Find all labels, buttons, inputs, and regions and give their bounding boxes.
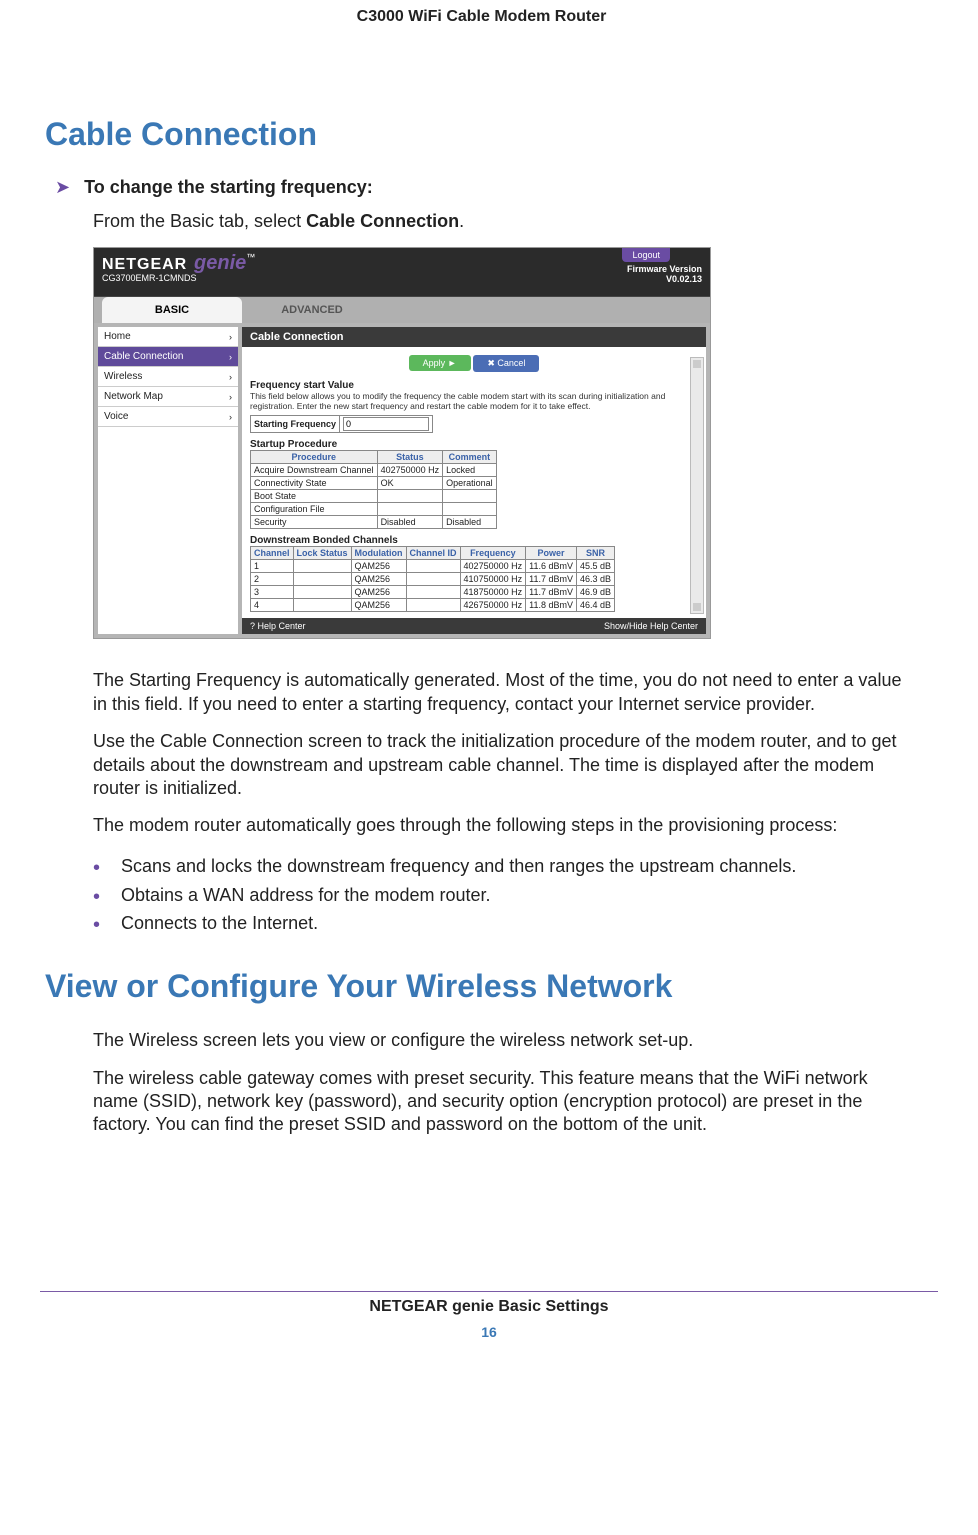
section-1-heading: Cable Connection [45,116,918,153]
sidebar-label: Wireless [104,371,142,382]
logout-button[interactable]: Logout [622,248,670,262]
screenshot-header: NETGEAR genie™ CG3700EMR-1CMNDS Logout F… [94,248,710,296]
starting-frequency-label: Starting Frequency [251,416,340,433]
main-panel: Cable Connection Apply ► ✖ Cancel Freque… [242,327,706,634]
frequency-start-desc: This field below allows you to modify th… [242,391,706,415]
col-status: Status [377,451,443,464]
startup-procedure-label: Startup Procedure [242,439,706,450]
panel-footer: ? Help Center Show/Hide Help Center [242,618,706,634]
intro-bold: Cable Connection [306,211,459,231]
col-snr: SNR [576,547,614,560]
table-row: 1QAM256402750000 Hz11.6 dBmV45.5 dB [251,560,615,573]
apply-button[interactable]: Apply ► [409,355,471,371]
scrollbar[interactable] [690,357,704,614]
table-row: SecurityDisabledDisabled [251,516,497,529]
intro-pre: From the Basic tab, select [93,211,306,231]
chevron-right-icon: › [229,392,232,402]
chevron-right-icon: › [229,372,232,382]
chevron-right-icon: › [229,332,232,342]
table-row: Acquire Downstream Channel402750000 HzLo… [251,464,497,477]
table-row: 3QAM256418750000 Hz11.7 dBmV46.9 dB [251,586,615,599]
sidebar-item-home[interactable]: Home › [98,327,238,347]
col-modulation: Modulation [351,547,406,560]
paragraph: The modem router automatically goes thro… [93,814,908,837]
sidebar-item-cable-connection[interactable]: Cable Connection › [98,347,238,367]
col-channel-id: Channel ID [406,547,460,560]
starting-frequency-row: Starting Frequency [250,415,433,433]
downstream-bonded-table: Channel Lock Status Modulation Channel I… [250,546,615,612]
tab-advanced[interactable]: ADVANCED [242,297,382,323]
chevron-right-icon: › [229,352,232,362]
help-center-link[interactable]: ? Help Center [250,621,306,631]
firmware-version: Firmware Version V0.02.13 [627,264,702,284]
col-lock-status: Lock Status [293,547,351,560]
sidebar-item-voice[interactable]: Voice › [98,407,238,427]
panel-title: Cable Connection [242,327,706,347]
table-row: Boot State [251,490,497,503]
genie-logo: genie [194,252,246,274]
tab-basic[interactable]: BASIC [102,297,242,323]
screenshot-cable-connection: NETGEAR genie™ CG3700EMR-1CMNDS Logout F… [93,247,711,639]
section-2-heading: View or Configure Your Wireless Network [45,968,918,1005]
col-channel: Channel [251,547,294,560]
list-item: Scans and locks the downstream frequency… [93,852,918,881]
trademark: ™ [246,252,255,262]
procedure-heading: ➤ To change the starting frequency: [55,177,918,198]
startup-procedure-table: Procedure Status Comment Acquire Downstr… [250,450,497,529]
sidebar-label: Home [104,331,131,342]
sidebar-item-wireless[interactable]: Wireless › [98,367,238,387]
col-frequency: Frequency [460,547,526,560]
firmware-value: V0.02.13 [666,274,702,284]
footer-title: NETGEAR genie Basic Settings [40,1298,938,1316]
page-number: 16 [40,1324,938,1340]
intro-post: . [459,211,464,231]
arrow-icon: ➤ [55,177,70,198]
show-hide-help-link[interactable]: Show/Hide Help Center [604,621,698,631]
col-comment: Comment [443,451,497,464]
frequency-start-label: Frequency start Value [242,380,706,391]
firmware-label: Firmware Version [627,264,702,274]
action-buttons: Apply ► ✖ Cancel [242,355,706,372]
table-row: 2QAM256410750000 Hz11.7 dBmV46.3 dB [251,573,615,586]
paragraph: The wireless cable gateway comes with pr… [93,1067,908,1137]
list-item: Obtains a WAN address for the modem rout… [93,881,918,910]
list-item: Connects to the Internet. [93,909,918,938]
starting-frequency-input[interactable] [343,417,429,431]
table-row: 4QAM256426750000 Hz11.8 dBmV46.4 dB [251,599,615,612]
sidebar-label: Cable Connection [104,351,184,362]
col-power: Power [526,547,577,560]
tab-bar: BASIC ADVANCED [94,296,710,323]
paragraph: The Wireless screen lets you view or con… [93,1029,908,1052]
sidebar-label: Network Map [104,391,163,402]
col-procedure: Procedure [251,451,378,464]
table-row: Configuration File [251,503,497,516]
page-footer: NETGEAR genie Basic Settings 16 [40,1291,938,1340]
paragraph: The Starting Frequency is automatically … [93,669,908,716]
model-label: CG3700EMR-1CMNDS [102,273,702,283]
intro-line: From the Basic tab, select Cable Connect… [93,210,908,233]
table-row: Connectivity StateOKOperational [251,477,497,490]
sidebar: Home › Cable Connection › Wireless › Networ… [98,327,238,634]
sidebar-item-network-map[interactable]: Network Map › [98,387,238,407]
downstream-bonded-label: Downstream Bonded Channels [242,535,706,546]
document-header: C3000 WiFi Cable Modem Router [45,0,918,26]
paragraph: Use the Cable Connection screen to track… [93,730,908,800]
chevron-right-icon: › [229,412,232,422]
brand-logo: NETGEAR [102,256,187,273]
sidebar-label: Voice [104,411,128,422]
cancel-button[interactable]: ✖ Cancel [473,355,539,372]
procedure-heading-text: To change the starting frequency: [84,177,373,198]
bullet-list: Scans and locks the downstream frequency… [45,852,918,938]
